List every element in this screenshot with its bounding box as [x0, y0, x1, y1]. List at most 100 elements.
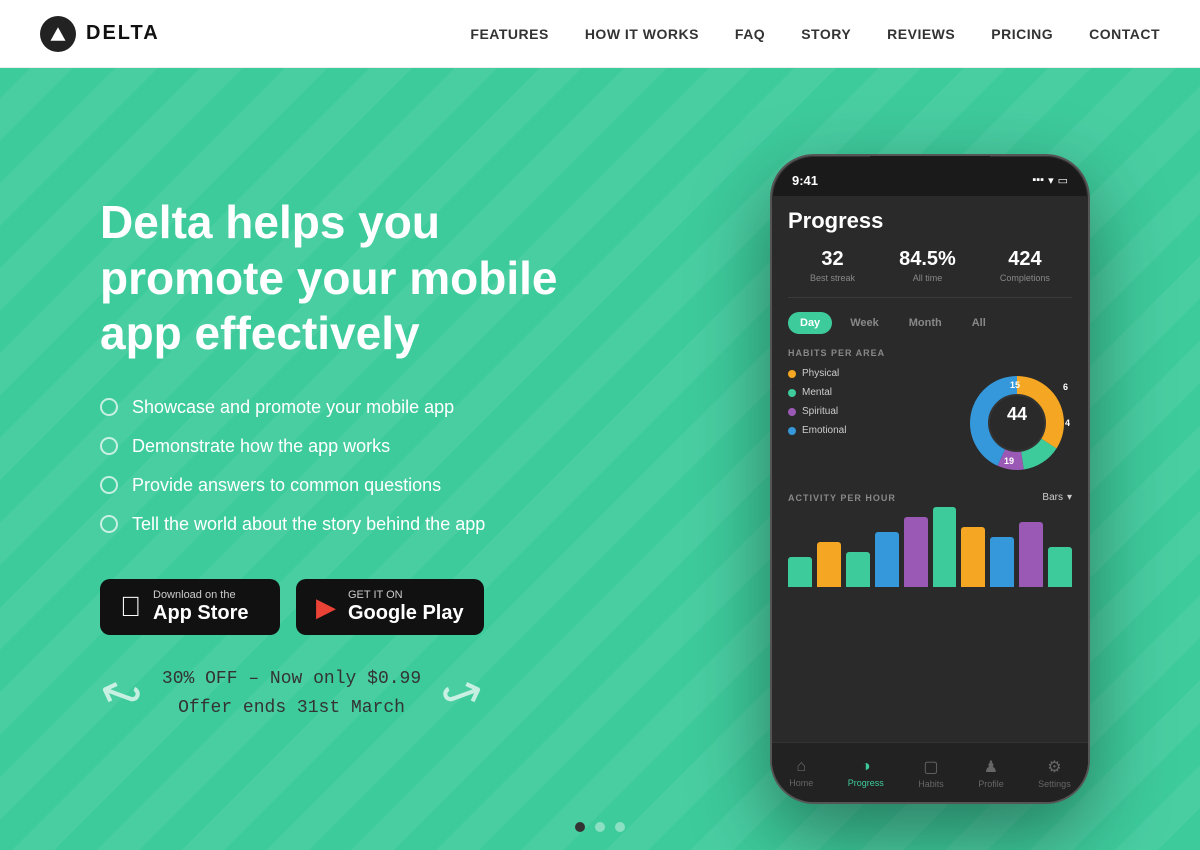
google-play-icon: ▶: [316, 594, 336, 620]
profile-icon: ♟: [984, 757, 998, 777]
bar-4: [904, 517, 928, 587]
bar-6: [961, 527, 985, 587]
stats-row: 32 Best streak 84.5% All time 424 Comple…: [788, 248, 1072, 298]
home-label: Home: [789, 778, 813, 788]
habits-area: Physical Mental Spiritual: [788, 368, 1072, 478]
bar-8: [1019, 522, 1043, 587]
signal-icon: ▪▪▪: [1032, 174, 1044, 186]
store-buttons:  Download on the App Store ▶ GET IT ON …: [100, 579, 580, 635]
seg-label-physical: 15: [1010, 380, 1020, 390]
svg-text:44: 44: [1007, 404, 1027, 424]
tab-day[interactable]: Day: [788, 312, 832, 334]
bullet-4: [100, 515, 118, 533]
nav-links: FEATURES HOW IT WORKS FAQ STORY REVIEWS …: [470, 26, 1160, 42]
feature-item-2: Demonstrate how the app works: [100, 436, 580, 457]
nav-settings[interactable]: ⚙ Settings: [1038, 757, 1071, 789]
habits-label: HABITS PER AREA: [788, 348, 1072, 358]
nav-features[interactable]: FEATURES: [470, 26, 548, 42]
bar-1: [817, 542, 841, 587]
volume-down-button: [770, 316, 771, 346]
emotional-label: Emotional: [802, 425, 846, 436]
nav-contact[interactable]: CONTACT: [1089, 26, 1160, 42]
hero-left: Delta helps you promote your mobile app …: [0, 195, 660, 722]
status-time: 9:41: [792, 173, 818, 188]
habits-label-nav: Habits: [918, 779, 944, 789]
spiritual-label: Spiritual: [802, 406, 838, 417]
activity-label: ACTIVITY PER HOUR: [788, 493, 896, 503]
dot-2[interactable]: [595, 822, 605, 832]
physical-label: Physical: [802, 368, 839, 379]
feature-item-4: Tell the world about the story behind th…: [100, 514, 580, 535]
legend-mental: Mental: [788, 387, 952, 398]
seg-label-spiritual: 4: [1065, 418, 1070, 428]
activity-header: ACTIVITY PER HOUR Bars ▾: [788, 492, 1072, 503]
stat-streak-val: 32: [810, 248, 855, 271]
features-list: Showcase and promote your mobile app Dem…: [100, 397, 580, 535]
google-play-button[interactable]: ▶ GET IT ON Google Play: [296, 579, 484, 635]
bullet-3: [100, 476, 118, 494]
feature-item-3: Provide answers to common questions: [100, 475, 580, 496]
settings-icon: ⚙: [1047, 757, 1061, 777]
hero-section: Delta helps you promote your mobile app …: [0, 68, 1200, 850]
donut-chart: 44 15 6 4 19: [962, 368, 1072, 478]
logo-text: DELTA: [86, 22, 160, 45]
apple-icon: : [120, 593, 141, 621]
phone-notch: [870, 156, 990, 184]
nav-profile[interactable]: ♟ Profile: [978, 757, 1004, 789]
screen-content: Progress 32 Best streak 84.5% All time: [772, 196, 1088, 603]
logo[interactable]: DELTA: [40, 16, 160, 52]
nav-reviews[interactable]: REVIEWS: [887, 26, 955, 42]
carousel-dots: [575, 822, 625, 832]
nav-progress[interactable]: ◑ Progress: [848, 758, 884, 788]
stat-alltime-label: All time: [899, 273, 956, 283]
stat-alltime-val: 84.5%: [899, 248, 956, 271]
stat-streak-label: Best streak: [810, 273, 855, 283]
power-button: [1089, 296, 1090, 341]
phone-outer: 9:41 ▪▪▪ ▾ ▭ Progress 32: [770, 154, 1090, 804]
tab-month[interactable]: Month: [897, 312, 954, 334]
bar-2: [846, 552, 870, 587]
nav-pricing[interactable]: PRICING: [991, 26, 1053, 42]
activity-type: Bars ▾: [1042, 492, 1072, 503]
volume-up-button: [770, 276, 771, 306]
emotional-dot: [788, 427, 796, 435]
promo-text: 30% OFF – Now only $0.99 Offer ends 31st…: [162, 665, 421, 723]
dropdown-icon[interactable]: ▾: [1067, 492, 1072, 503]
promo-area: ↩ 30% OFF – Now only $0.99 Offer ends 31…: [100, 665, 580, 723]
phone-screen: Progress 32 Best streak 84.5% All time: [772, 196, 1088, 802]
app-store-small: Download on the: [153, 589, 249, 601]
nav-home[interactable]: ⌂ Home: [789, 758, 813, 788]
legend-physical: Physical: [788, 368, 952, 379]
bar-7: [990, 537, 1014, 587]
bar-3: [875, 532, 899, 587]
nav-story[interactable]: STORY: [801, 26, 851, 42]
dot-3[interactable]: [615, 822, 625, 832]
tab-all[interactable]: All: [960, 312, 998, 334]
spiritual-dot: [788, 408, 796, 416]
status-icons: ▪▪▪ ▾ ▭: [1032, 174, 1068, 187]
bullet-1: [100, 398, 118, 416]
bar-5: [933, 507, 957, 587]
battery-icon: ▭: [1058, 174, 1068, 187]
nav-how-it-works[interactable]: HOW IT WORKS: [585, 26, 699, 42]
home-icon: ⌂: [796, 758, 806, 776]
arrow-right-icon: ↩: [434, 663, 490, 724]
bar-0: [788, 557, 812, 587]
tab-week[interactable]: Week: [838, 312, 891, 334]
nav-habits[interactable]: ▢ Habits: [918, 757, 944, 789]
stat-best-streak: 32 Best streak: [810, 248, 855, 283]
habits-legend: Physical Mental Spiritual: [788, 368, 952, 478]
arrow-left-icon: ↩: [93, 663, 149, 724]
seg-label-emotional: 19: [1004, 456, 1014, 466]
app-store-button[interactable]:  Download on the App Store: [100, 579, 280, 635]
legend-spiritual: Spiritual: [788, 406, 952, 417]
bar-chart: [788, 511, 1072, 591]
stat-completions: 424 Completions: [1000, 248, 1050, 283]
screen-title: Progress: [788, 208, 1072, 234]
progress-icon: ◑: [861, 758, 871, 776]
nav-faq[interactable]: FAQ: [735, 26, 765, 42]
habits-icon: ▢: [923, 757, 938, 777]
stat-comp-val: 424: [1000, 248, 1050, 271]
dot-1[interactable]: [575, 822, 585, 832]
legend-emotional: Emotional: [788, 425, 952, 436]
